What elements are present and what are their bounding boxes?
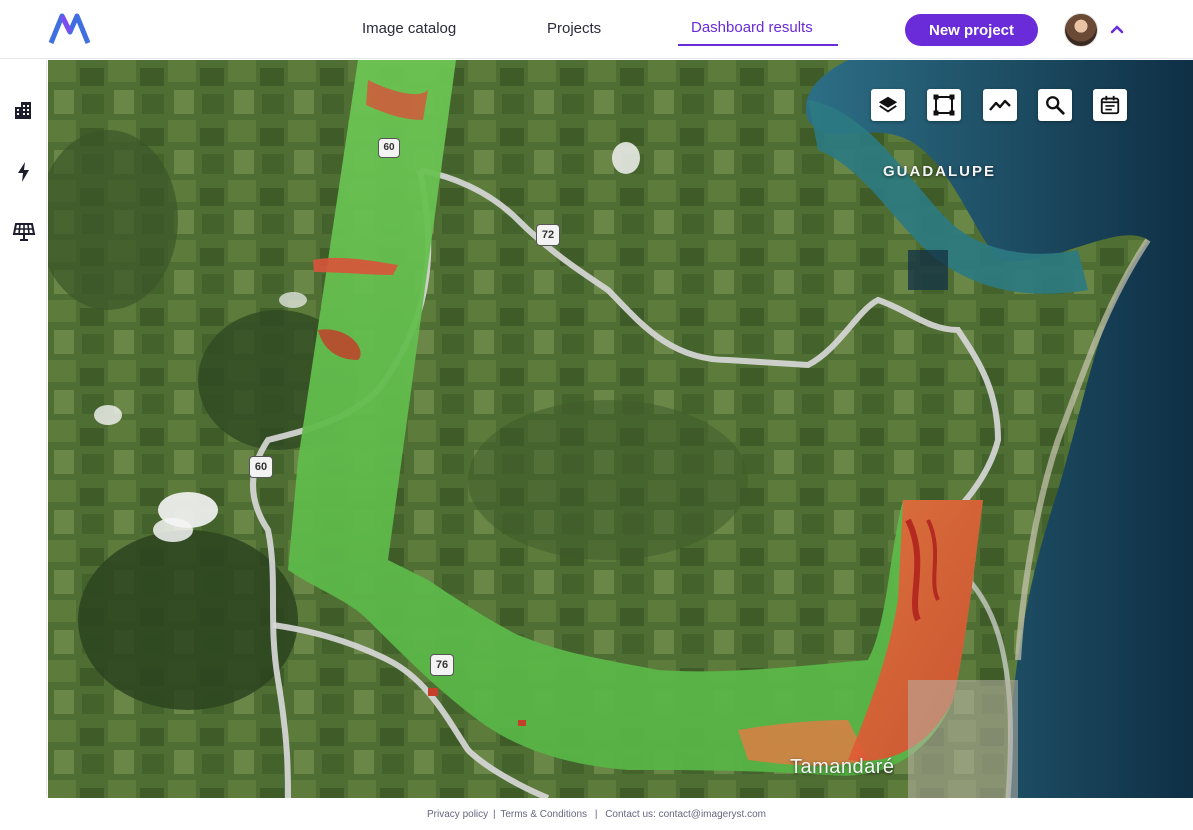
- road-shield: 76: [430, 654, 454, 676]
- road-shield: 60: [378, 138, 400, 158]
- contact-link[interactable]: Contact us: contact@imageryst.com: [605, 809, 766, 820]
- calendar-button[interactable]: [1093, 89, 1127, 121]
- lightning-icon[interactable]: [12, 160, 36, 184]
- place-label-tamandare: Tamandaré: [790, 756, 895, 778]
- trend-chart-icon: [989, 99, 1011, 111]
- privacy-policy-link[interactable]: Privacy policy: [427, 809, 488, 820]
- left-sidebar: [0, 60, 47, 798]
- terms-link[interactable]: Terms & Conditions: [500, 809, 587, 820]
- layers-icon: [878, 96, 898, 113]
- map-imagery: [48, 60, 1193, 798]
- trend-chart-button[interactable]: [983, 89, 1017, 121]
- active-tab-indicator: [678, 44, 838, 46]
- app-logo[interactable]: [48, 12, 92, 46]
- calendar-icon: [1100, 95, 1120, 115]
- page-footer: Privacy policy | Terms & Conditions | Co…: [0, 798, 1193, 830]
- road-shield: 72: [536, 224, 560, 246]
- satellite-map[interactable]: 60 72 60 76 GUADALUPE Tamandaré: [48, 60, 1193, 798]
- layers-button[interactable]: [871, 89, 905, 121]
- footer-separator: |: [594, 809, 598, 820]
- solar-panel-icon[interactable]: [12, 220, 36, 244]
- road-shield: 60: [249, 456, 273, 478]
- new-project-button[interactable]: New project: [905, 14, 1038, 46]
- place-label-guadalupe: GUADALUPE: [883, 163, 997, 180]
- nav-image-catalog[interactable]: Image catalog: [362, 20, 456, 37]
- buildings-icon[interactable]: [12, 98, 36, 122]
- draw-polygon-icon: [933, 94, 955, 116]
- user-avatar[interactable]: [1064, 13, 1098, 47]
- chevron-up-icon[interactable]: [1108, 21, 1126, 39]
- nav-projects[interactable]: Projects: [547, 20, 601, 37]
- footer-separator: |: [492, 809, 496, 820]
- search-icon: [1046, 96, 1065, 115]
- top-header: Image catalog Projects Dashboard results…: [0, 0, 1193, 59]
- nav-dashboard-results[interactable]: Dashboard results: [691, 19, 813, 36]
- draw-polygon-button[interactable]: [927, 89, 961, 121]
- search-button[interactable]: [1038, 89, 1072, 121]
